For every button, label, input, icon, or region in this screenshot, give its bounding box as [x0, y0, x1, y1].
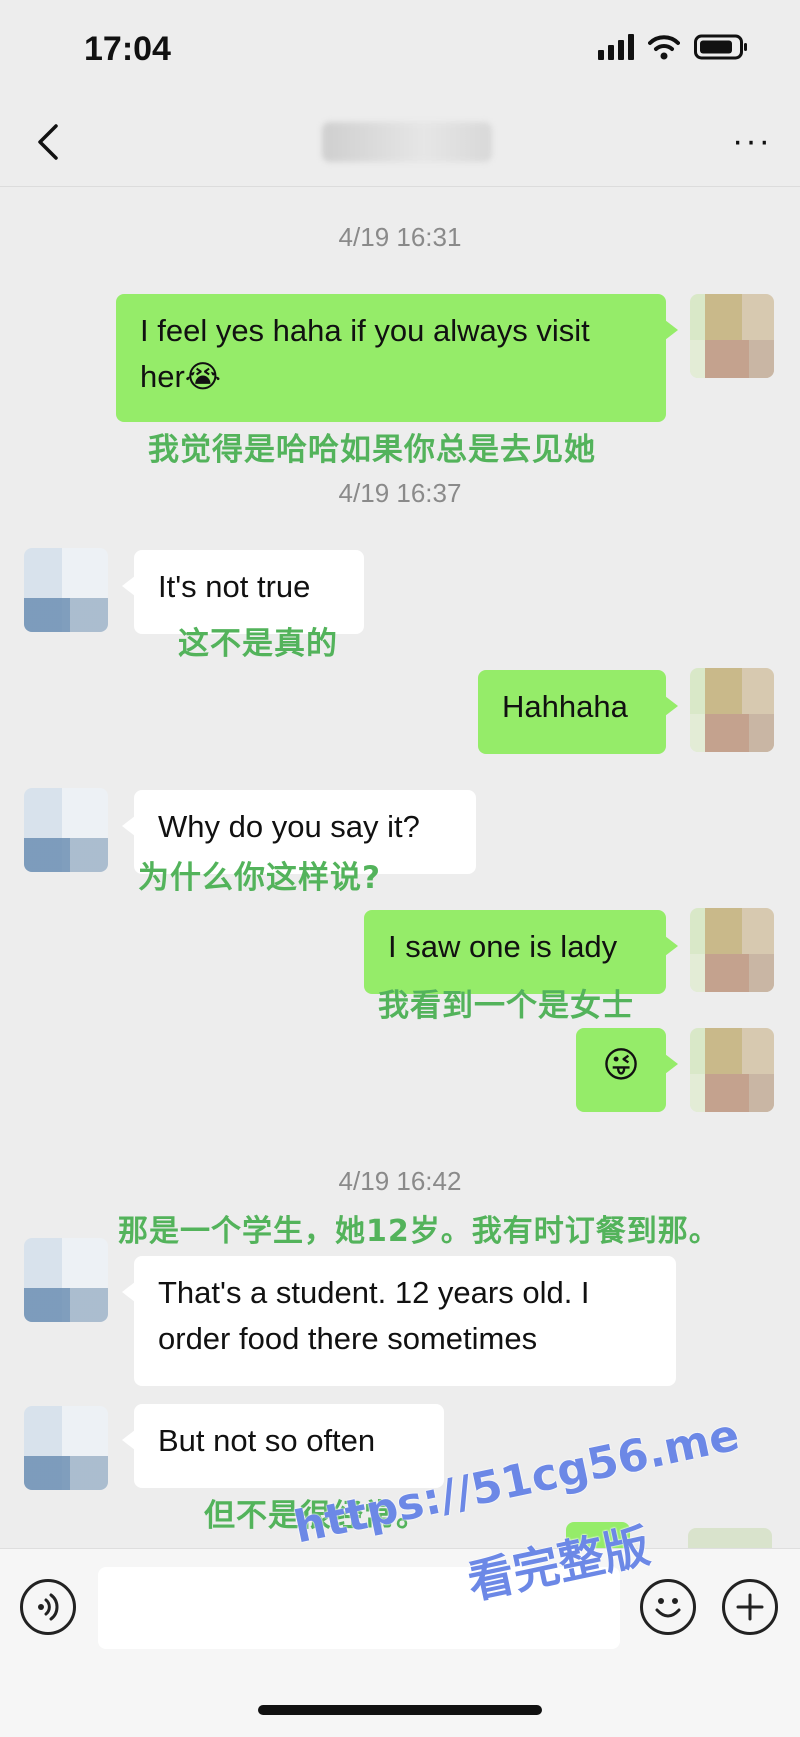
- message-timestamp: 4/19 16:37: [338, 478, 462, 508]
- home-indicator: [258, 1705, 542, 1715]
- message-bubble-sent[interactable]: I feel yes haha if you always visit her😭: [116, 294, 678, 422]
- message-text-line: That's a student. 12 years old. I: [158, 1275, 590, 1310]
- emoji-button[interactable]: [640, 1579, 696, 1635]
- battery-icon: [694, 34, 747, 60]
- my-avatar-partial: [688, 1528, 772, 1548]
- voice-input-button[interactable]: [20, 1579, 76, 1635]
- wifi-icon: [648, 35, 680, 60]
- message-bubble-emoji[interactable]: 😜: [576, 1028, 678, 1112]
- my-avatar[interactable]: [690, 908, 774, 992]
- translation-caption: 那是一个学生，她12岁。我有时订餐到那。: [118, 1214, 720, 1249]
- translation-caption: 这不是真的: [178, 626, 338, 662]
- chevron-left-icon[interactable]: [28, 120, 72, 164]
- chat-header: ···: [0, 100, 800, 187]
- message-text-line: her😭: [140, 359, 222, 394]
- status-bar: 17:04: [0, 0, 800, 100]
- message-bubble-sent[interactable]: Hahhaha: [478, 670, 678, 754]
- contact-avatar[interactable]: [24, 548, 108, 632]
- my-avatar[interactable]: [690, 294, 774, 378]
- message-timestamp: 4/19 16:42: [338, 1166, 462, 1196]
- signal-icon: [598, 34, 634, 60]
- more-functions-button[interactable]: [722, 1579, 778, 1635]
- message-bubble-received[interactable]: But not so often: [122, 1404, 444, 1488]
- status-time: 17:04: [84, 30, 171, 68]
- translation-caption: 为什么你这样说?: [138, 860, 381, 896]
- contact-avatar[interactable]: [24, 788, 108, 872]
- input-bar: [0, 1548, 800, 1737]
- contact-avatar[interactable]: [24, 1406, 108, 1490]
- translation-caption: 我觉得是哈哈如果你总是去见她: [148, 432, 596, 468]
- message-bubble-received[interactable]: That's a student. 12 years old. I order …: [122, 1256, 676, 1386]
- contact-avatar[interactable]: [24, 1238, 108, 1322]
- my-avatar[interactable]: [690, 668, 774, 752]
- my-avatar[interactable]: [690, 1028, 774, 1112]
- plus-icon: [736, 1593, 764, 1621]
- message-text-line: order food there sometimes: [158, 1321, 538, 1356]
- translation-caption: 我看到一个是女士: [378, 988, 634, 1024]
- message-text-line: I feel yes haha if you always visit: [140, 313, 590, 348]
- voice-icon: [38, 1593, 59, 1621]
- message-timestamp: 4/19 16:31: [338, 222, 462, 252]
- smile-icon: [655, 1598, 681, 1618]
- status-icons: [598, 34, 748, 60]
- more-options-button[interactable]: ···: [732, 124, 772, 158]
- contact-name-blurred: [322, 122, 492, 162]
